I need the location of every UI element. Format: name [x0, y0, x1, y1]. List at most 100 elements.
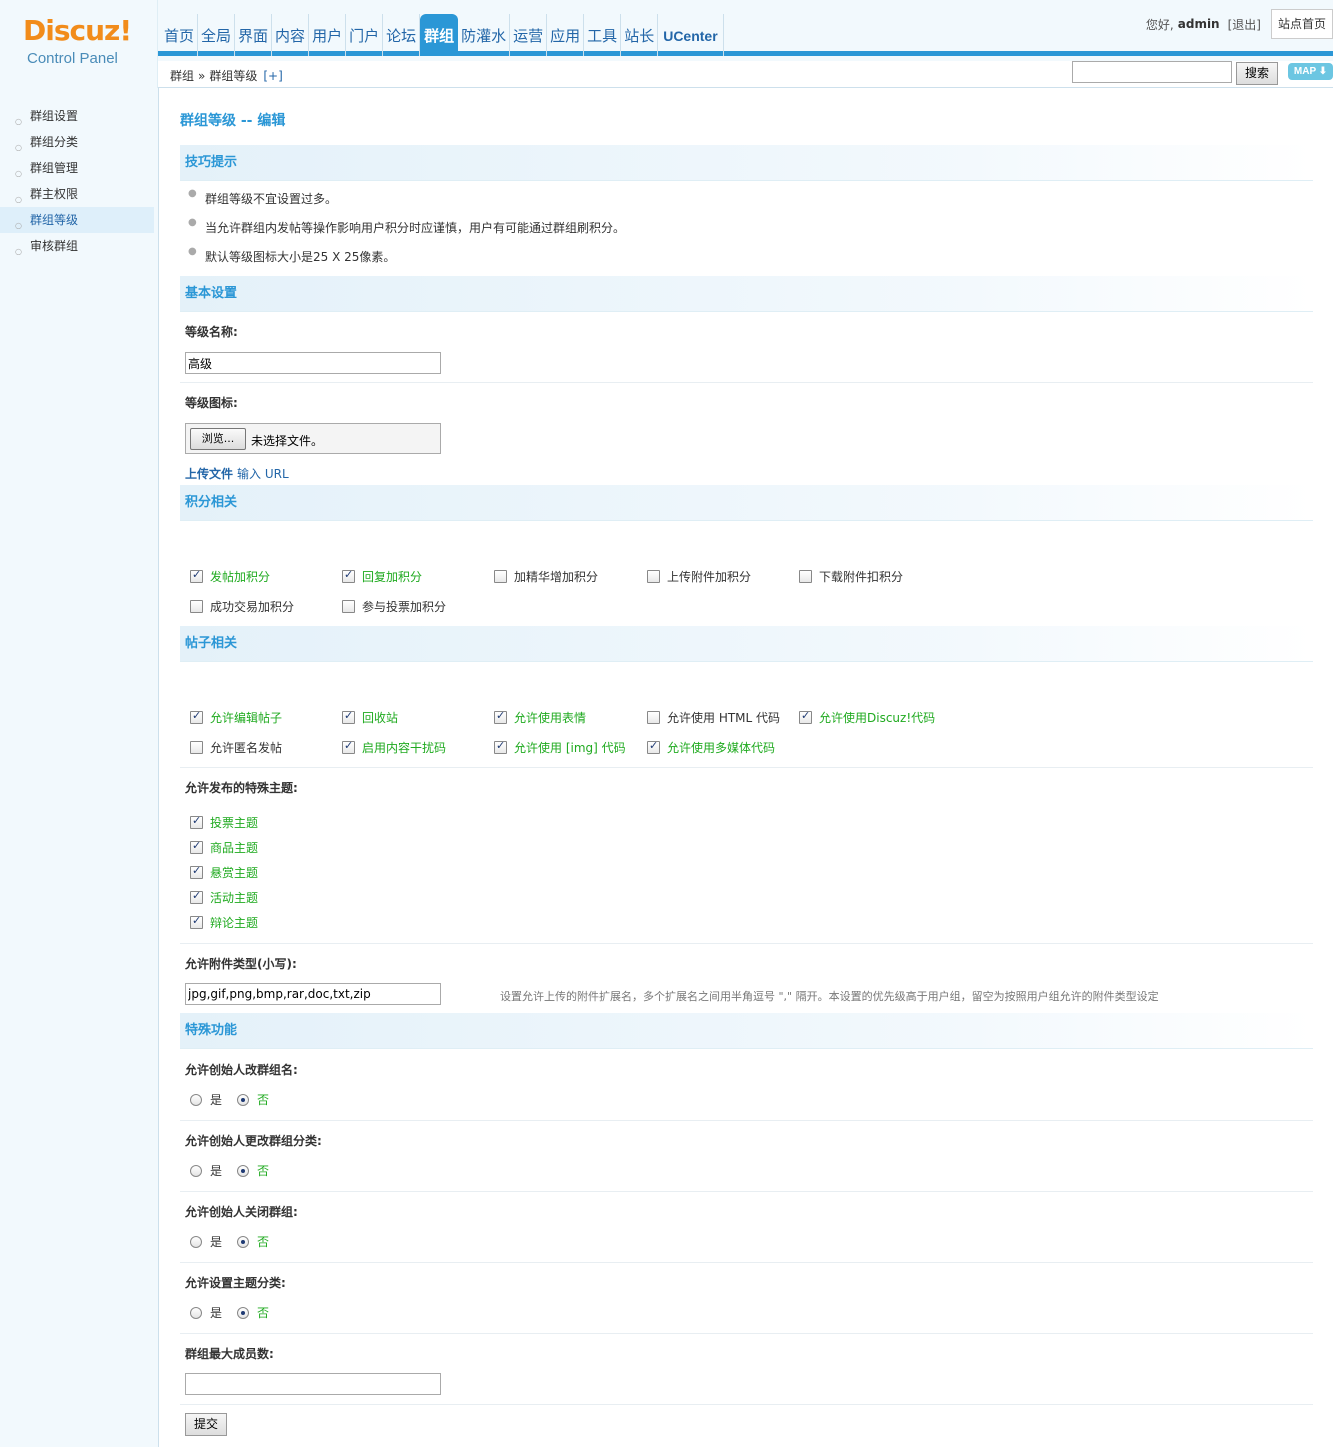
sidebar-item-owner-permissions[interactable]: ○ 群主权限 — [0, 181, 154, 207]
special-thread-checkbox[interactable]: 商品主题 — [190, 839, 258, 856]
attachment-types-label: 允许附件类型(小写): — [185, 957, 297, 971]
user-bar: 您好, admin [退出] 站点首页 — [1146, 8, 1333, 40]
divider — [180, 382, 1313, 383]
nav-interface[interactable]: 界面 — [235, 14, 273, 56]
search-input[interactable] — [1072, 61, 1232, 83]
close-group-label: 允许创始人关闭群组: — [185, 1205, 298, 1219]
special-thread-checkbox[interactable]: 投票主题 — [190, 814, 258, 831]
credits-section-header: 积分相关 — [180, 485, 1313, 521]
logo-brand: Discuz! — [23, 14, 132, 47]
add-shortcut-link[interactable]: [+] — [263, 69, 282, 83]
post-checkbox[interactable]: 允许使用 [img] 代码 — [494, 739, 626, 756]
change-category-label: 允许创始人更改群组分类: — [185, 1134, 322, 1148]
special-thread-checkbox[interactable]: 辩论主题 — [190, 914, 258, 931]
post-checkbox[interactable]: 启用内容干扰码 — [342, 739, 446, 756]
browse-button[interactable]: 浏览... — [190, 428, 246, 450]
special-thread-checkbox[interactable]: 活动主题 — [190, 889, 258, 906]
credit-checkbox[interactable]: 发帖加积分 — [190, 568, 270, 585]
sidebar-item-group-categories[interactable]: ○ 群组分类 — [0, 129, 154, 155]
upload-file-link[interactable]: 上传文件 — [185, 467, 233, 481]
sub-bar: 群组 » 群组等级 [+] 搜索 MAP ⬇ — [158, 61, 1333, 88]
post-checkbox[interactable]: 回收站 — [342, 709, 398, 726]
top-navbar: 首页 全局 界面 内容 用户 门户 论坛 群组 防灌水 运营 应用 工具 站长 … — [158, 0, 1333, 56]
input-url-link[interactable]: 输入 URL — [237, 467, 289, 481]
divider — [180, 1262, 1313, 1263]
divider — [180, 943, 1313, 944]
sidebar-item-group-levels[interactable]: ○ 群组等级 — [0, 207, 154, 233]
submit-button[interactable]: 提交 — [185, 1413, 227, 1436]
bullet-icon: ● — [188, 217, 197, 228]
level-icon-label: 等级图标: — [185, 396, 238, 410]
breadcrumb-current: 群组等级 — [209, 69, 258, 83]
credit-checkbox[interactable]: 回复加积分 — [342, 568, 422, 585]
basic-section-header: 基本设置 — [180, 276, 1313, 312]
sidebar-item-group-management[interactable]: ○ 群组管理 — [0, 155, 154, 181]
sidebar: ○ 群组设置 ○ 群组分类 ○ 群组管理 ○ 群主权限 ○ 群组等级 ○ 审核群组 — [0, 88, 159, 1447]
special-threads-label: 允许发布的特殊主题: — [185, 781, 298, 795]
nav-groups[interactable]: 群组 — [420, 14, 459, 56]
bullet-icon: ○ — [15, 247, 22, 256]
close-group-yes-radio[interactable]: 是 — [190, 1233, 222, 1250]
change-category-yes-radio[interactable]: 是 — [190, 1162, 222, 1179]
search-button[interactable]: 搜索 — [1236, 62, 1278, 85]
credit-checkbox[interactable]: 下载附件扣积分 — [799, 568, 903, 585]
max-members-label: 群组最大成员数: — [185, 1347, 274, 1361]
special-thread-checkbox[interactable]: 悬赏主题 — [190, 864, 258, 881]
max-members-input[interactable] — [185, 1373, 441, 1395]
credit-checkbox[interactable]: 上传附件加积分 — [647, 568, 751, 585]
level-icon-file-input: 浏览... 未选择文件。 — [185, 423, 441, 454]
rename-group-no-radio[interactable]: 否 — [237, 1091, 269, 1108]
map-button[interactable]: MAP ⬇ — [1288, 63, 1333, 80]
breadcrumb-root[interactable]: 群组 — [170, 69, 194, 83]
rename-group-label: 允许创始人改群组名: — [185, 1063, 298, 1077]
page-title: 群组等级 -- 编辑 — [180, 113, 286, 129]
nav-home[interactable]: 首页 — [158, 14, 199, 56]
nav-apps[interactable]: 应用 — [547, 14, 585, 56]
bullet-icon: ● — [188, 188, 197, 199]
nav-antispam[interactable]: 防灌水 — [458, 14, 511, 56]
username: admin — [1177, 17, 1220, 31]
nav-tools[interactable]: 工具 — [584, 14, 622, 56]
change-category-no-radio[interactable]: 否 — [237, 1162, 269, 1179]
level-name-input[interactable] — [185, 352, 441, 374]
nav-forum[interactable]: 论坛 — [383, 14, 421, 56]
post-checkbox[interactable]: 允许使用表情 — [494, 709, 586, 726]
rename-group-yes-radio[interactable]: 是 — [190, 1091, 222, 1108]
level-name-label: 等级名称: — [185, 325, 238, 339]
credit-checkbox[interactable]: 参与投票加积分 — [342, 598, 446, 615]
nav-ucenter[interactable]: UCenter — [658, 14, 724, 56]
sidebar-item-group-settings[interactable]: ○ 群组设置 — [0, 103, 154, 129]
nav-webmaster[interactable]: 站长 — [621, 14, 659, 56]
logo: Discuz! Control Panel — [0, 0, 158, 88]
breadcrumb: 群组 » 群组等级 [+] — [170, 67, 283, 84]
tip-item: ● 当允许群组内发帖等操作影响用户积分时应谨慎，用户有可能通过群组刷积分。 — [188, 217, 626, 235]
post-checkbox[interactable]: 允许编辑帖子 — [190, 709, 282, 726]
divider — [180, 1120, 1313, 1121]
logo-subtitle: Control Panel — [27, 50, 118, 67]
attachment-types-input[interactable] — [185, 983, 441, 1005]
tips-section-header: 技巧提示 — [180, 145, 1313, 181]
post-checkbox[interactable]: 允许使用 HTML 代码 — [647, 709, 780, 726]
credit-checkbox[interactable]: 成功交易加积分 — [190, 598, 294, 615]
nav-operations[interactable]: 运营 — [510, 14, 548, 56]
header: Discuz! Control Panel 首页 全局 界面 内容 用户 门户 … — [0, 0, 1333, 88]
nav-users[interactable]: 用户 — [309, 14, 347, 56]
logout-link[interactable]: [退出] — [1228, 16, 1261, 33]
post-checkbox[interactable]: 允许匿名发帖 — [190, 739, 282, 756]
site-home-button[interactable]: 站点首页 — [1270, 9, 1333, 39]
nav-portal[interactable]: 门户 — [346, 14, 384, 56]
divider — [180, 767, 1313, 768]
post-checkbox[interactable]: 允许使用多媒体代码 — [647, 739, 775, 756]
nav-content[interactable]: 内容 — [272, 14, 310, 56]
file-status: 未选择文件。 — [251, 434, 324, 448]
tip-item: ● 群组等级不宜设置过多。 — [188, 188, 338, 206]
breadcrumb-separator: » — [198, 69, 206, 83]
thread-category-yes-radio[interactable]: 是 — [190, 1304, 222, 1321]
divider — [180, 1404, 1313, 1405]
nav-global[interactable]: 全局 — [198, 14, 236, 56]
close-group-no-radio[interactable]: 否 — [237, 1233, 269, 1250]
post-checkbox[interactable]: 允许使用Discuz!代码 — [799, 709, 935, 726]
thread-category-no-radio[interactable]: 否 — [237, 1304, 269, 1321]
credit-checkbox[interactable]: 加精华增加积分 — [494, 568, 598, 585]
sidebar-item-review-groups[interactable]: ○ 审核群组 — [0, 233, 154, 259]
